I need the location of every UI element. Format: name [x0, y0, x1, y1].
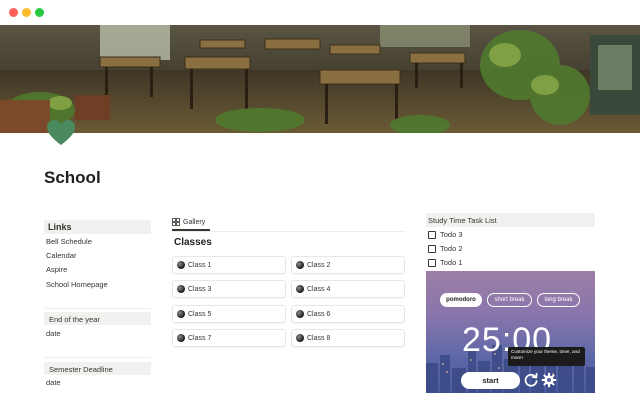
link-bell-schedule[interactable]: Bell Schedule — [46, 237, 92, 246]
card-label: Class 1 — [188, 261, 212, 269]
gallery-card[interactable]: Class 4 — [291, 280, 405, 298]
pomodoro-widget: pomodoro short break long break 25:00 Cu… — [426, 271, 595, 393]
end-of-year-heading: End of the year — [44, 312, 151, 325]
card-label: Class 3 — [188, 285, 212, 293]
divider — [44, 308, 151, 309]
refresh-icon[interactable] — [523, 372, 539, 388]
ball-icon — [177, 310, 185, 318]
link-school-homepage[interactable]: School Homepage — [46, 280, 108, 289]
app-window: School Links Bell Schedule Calendar Aspi… — [0, 0, 640, 400]
gear-icon[interactable] — [541, 372, 557, 388]
link-calendar[interactable]: Calendar — [46, 251, 76, 260]
ball-icon — [177, 285, 185, 293]
card-label: Class 6 — [307, 310, 331, 318]
card-label: Class 5 — [188, 310, 212, 318]
card-label: Class 2 — [307, 261, 331, 269]
gallery-card[interactable]: Class 3 — [172, 280, 286, 298]
todo-label: Todo 2 — [440, 244, 463, 253]
minimize-window-button[interactable] — [22, 8, 31, 17]
todo-item: Todo 3 — [428, 230, 463, 239]
gallery-card[interactable]: Class 2 — [291, 256, 405, 274]
end-of-year-date: date — [46, 329, 61, 338]
start-button[interactable]: start — [461, 372, 520, 389]
tooltip: Customize your theme, timer, and more! — [508, 347, 585, 366]
todo-label: Todo 3 — [440, 230, 463, 239]
page-title: School — [44, 168, 101, 187]
mode-pomodoro[interactable]: pomodoro — [440, 293, 482, 307]
divider — [44, 357, 151, 358]
divider — [172, 231, 405, 232]
mode-short-break[interactable]: short break — [487, 293, 532, 307]
zoom-window-button[interactable] — [35, 8, 44, 17]
cover-image — [0, 25, 640, 133]
ball-icon — [177, 261, 185, 269]
gallery-card[interactable]: Class 6 — [291, 305, 405, 323]
close-window-button[interactable] — [9, 8, 18, 17]
ball-icon — [296, 334, 304, 342]
grid-icon — [172, 218, 180, 226]
ball-icon — [177, 334, 185, 342]
todo-checkbox[interactable] — [428, 244, 436, 253]
semester-deadline-date: date — [46, 378, 61, 387]
link-aspire[interactable]: Aspire — [46, 265, 67, 274]
tab-gallery-label: Gallery — [183, 218, 206, 226]
ball-icon — [296, 310, 304, 318]
title-bar — [0, 0, 640, 25]
gallery-title: Classes — [174, 237, 212, 248]
todo-item: Todo 1 — [428, 258, 463, 267]
mode-long-break[interactable]: long break — [537, 293, 580, 307]
todo-label: Todo 1 — [440, 258, 463, 267]
card-label: Class 8 — [307, 334, 331, 342]
todo-checkbox[interactable] — [428, 258, 436, 267]
heart-icon — [47, 120, 75, 145]
ball-icon — [296, 285, 304, 293]
gallery-card[interactable]: Class 5 — [172, 305, 286, 323]
gallery-card[interactable]: Class 8 — [291, 329, 405, 347]
gallery-card[interactable]: Class 1 — [172, 256, 286, 274]
todo-checkbox[interactable] — [428, 230, 436, 239]
todo-item: Todo 2 — [428, 244, 463, 253]
tab-gallery[interactable]: Gallery — [172, 214, 205, 230]
gallery-card[interactable]: Class 7 — [172, 329, 286, 347]
ball-icon — [296, 261, 304, 269]
semester-deadline-heading: Semester Deadline — [44, 362, 151, 375]
card-label: Class 4 — [307, 285, 331, 293]
task-list-heading: Study Time Task List — [426, 213, 595, 227]
card-label: Class 7 — [188, 334, 212, 342]
links-heading: Links — [44, 220, 151, 234]
